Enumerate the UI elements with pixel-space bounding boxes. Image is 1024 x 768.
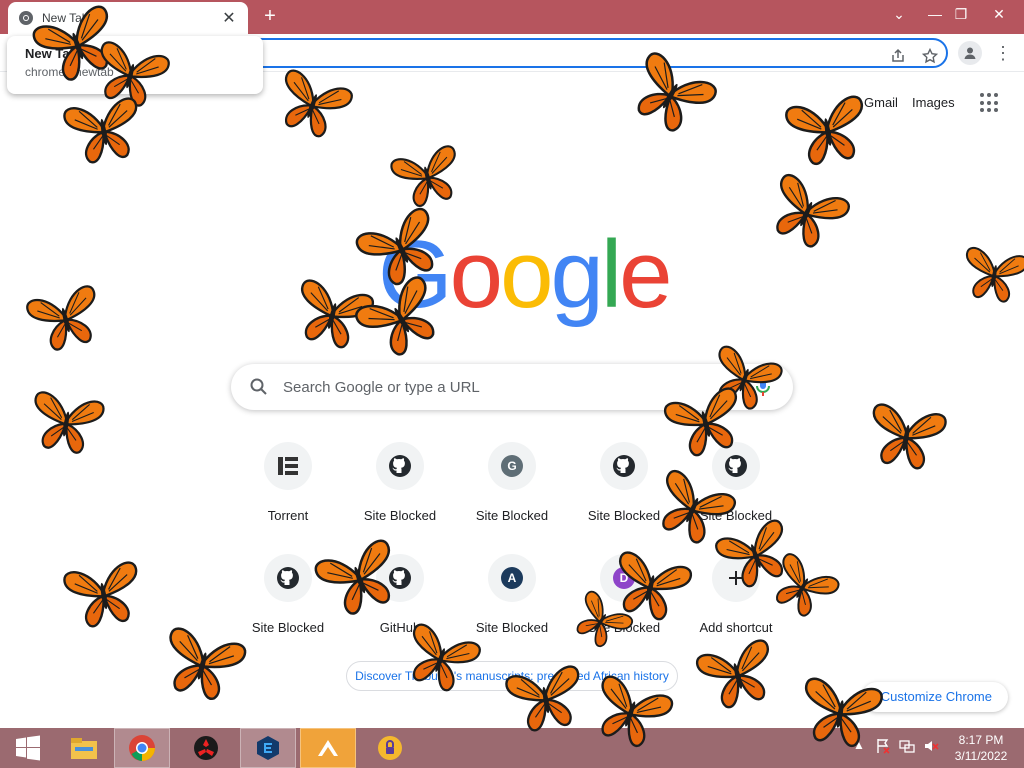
butterfly-icon: [860, 394, 952, 484]
torrent-icon: [264, 442, 312, 490]
file-explorer-icon[interactable]: [56, 728, 112, 768]
butterfly-icon: [264, 59, 360, 153]
bookmark-star-icon[interactable]: [920, 46, 940, 66]
search-icon: [249, 377, 269, 397]
logo-letter: e: [619, 221, 672, 328]
logo-letter: l: [600, 221, 622, 328]
letter-badge: G: [501, 455, 523, 477]
butterfly-icon: [500, 656, 592, 746]
tab-search-button[interactable]: ⌄: [882, 0, 916, 28]
images-link[interactable]: Images: [912, 95, 955, 110]
profile-avatar-icon[interactable]: [958, 41, 982, 65]
google-apps-icon[interactable]: [980, 93, 1000, 113]
butterfly-icon: [22, 382, 109, 467]
shortcut-tile[interactable]: Site Blocked: [344, 442, 456, 542]
network-icon[interactable]: [898, 738, 916, 758]
volume-muted-icon[interactable]: [922, 738, 940, 758]
share-icon[interactable]: [888, 46, 908, 66]
shortcut-label: Site Blocked: [475, 508, 549, 523]
chrome-menu-button[interactable]: ⋮: [994, 41, 1012, 65]
chrome-taskbar-icon[interactable]: [114, 728, 170, 768]
search-input[interactable]: [283, 374, 723, 400]
shortcut-label: Torrent: [267, 508, 309, 523]
github-icon: [600, 442, 648, 490]
shortcut-label: Site Blocked: [363, 508, 437, 523]
gmail-link[interactable]: Gmail: [864, 95, 898, 110]
vpn-app-icon[interactable]: [362, 728, 418, 768]
restore-button[interactable]: ❐: [944, 0, 978, 28]
red-app-icon[interactable]: [178, 728, 234, 768]
github-icon: [264, 554, 312, 602]
butterfly-icon: [955, 239, 1024, 314]
butterfly-icon: [20, 276, 112, 366]
butterfly-icon: [754, 163, 859, 266]
system-clock[interactable]: 8:17 PM 3/11/2022: [946, 732, 1016, 764]
logo-letter: g: [550, 221, 603, 328]
letter-icon: G: [488, 442, 536, 490]
orange-app-icon[interactable]: [300, 728, 356, 768]
letter-badge: A: [501, 567, 523, 589]
tab-strip: New Tab ✕ + ⌄ — ❐ ✕: [0, 0, 1024, 34]
start-icon[interactable]: [0, 728, 56, 768]
new-tab-button[interactable]: +: [258, 4, 282, 28]
logo-letter: o: [500, 221, 553, 328]
letter-icon: A: [488, 554, 536, 602]
shortcut-tile[interactable]: Torrent: [232, 442, 344, 542]
clock-time: 8:17 PM: [958, 733, 1004, 747]
butterfly-icon: [792, 667, 889, 761]
butterfly-icon: [58, 552, 150, 642]
tab-close-icon[interactable]: ✕: [220, 8, 238, 28]
github-icon: [376, 442, 424, 490]
omnibox[interactable]: [160, 38, 948, 68]
clock-date: 3/11/2022: [954, 749, 1008, 763]
close-window-button[interactable]: ✕: [982, 0, 1016, 28]
shortcut-label: Add shortcut: [699, 620, 773, 635]
shortcut-tile[interactable]: G Site Blocked: [456, 442, 568, 542]
butterfly-icon: [58, 88, 150, 178]
blue-app-icon[interactable]: [240, 728, 296, 768]
customize-chrome-label: Customize Chrome: [880, 689, 992, 704]
shortcut-label: Site Blocked: [251, 620, 325, 635]
logo-letter: o: [449, 221, 503, 328]
